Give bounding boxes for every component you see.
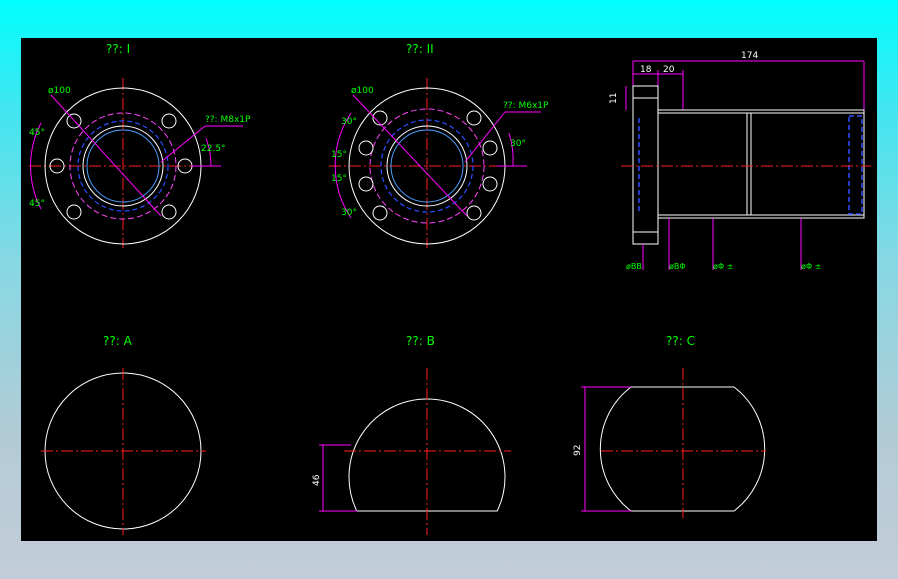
hidden-pocket — [848, 115, 863, 215]
dia-text-3: øΦ ± — [713, 262, 733, 271]
bolt-hole — [161, 113, 177, 129]
dim-flat-text: 46 — [312, 474, 322, 486]
view-c-title: ??: C — [666, 334, 695, 348]
view-1-angle-bottom: 45° — [29, 199, 45, 209]
dim-flange-text: 18 — [640, 65, 652, 75]
view-1-callout: ??: M8x1P — [205, 115, 251, 125]
side-flange — [632, 85, 659, 245]
view-2-angle-b: 15° — [331, 150, 347, 160]
section-view-c: ??: C 92 — [573, 334, 766, 518]
bolt-hole — [372, 205, 388, 221]
bolt-hole — [466, 110, 482, 126]
flange-view-1: ??: I ø100 ??: M8x1P 45° 45° 22.5° — [29, 42, 251, 248]
callout-leader — [160, 125, 206, 163]
view-2-angle-c: 15° — [331, 174, 347, 184]
view-b-title: ??: B — [406, 334, 435, 348]
bolt-hole — [66, 204, 82, 220]
bolt-hole — [482, 176, 498, 192]
dim-width-text: 92 — [573, 445, 583, 456]
side-view: 174 18 20 11 øBB øBΦ øΦ ± øΦ ± — [609, 51, 871, 271]
dim-thickness-text: 11 — [609, 93, 619, 104]
view-2-callout: ??: M6x1P — [503, 101, 549, 111]
bolt-hole — [358, 176, 374, 192]
bolt-hole — [482, 140, 498, 156]
angle-arc-right — [508, 132, 514, 167]
dia-text-1: øBB — [626, 262, 642, 271]
view-2-diameter: ø100 — [351, 86, 374, 96]
view-1-angle-right: 22.5° — [201, 144, 226, 154]
section-view-b: ??: B 46 — [312, 334, 511, 535]
section-view-a: ??: A — [41, 334, 206, 535]
dim-overall-text: 174 — [741, 51, 758, 61]
bolt-hole — [466, 205, 482, 221]
view-2-angle-right: 30° — [510, 139, 526, 149]
dia-text-4: øΦ ± — [801, 262, 821, 271]
flange-view-2: ??: II ø100 ??: M6x1P 30° 15° 15° 30° 30… — [329, 42, 549, 248]
view-2-title: ??: II — [406, 42, 434, 56]
bolt-hole — [161, 204, 177, 220]
view-1-angle-top: 45° — [29, 128, 45, 138]
side-body — [657, 109, 865, 219]
view-2-angle-a: 30° — [341, 117, 357, 127]
view-2-angle-d: 30° — [341, 208, 357, 218]
bolt-hole — [358, 140, 374, 156]
dim-step-text: 20 — [663, 65, 675, 75]
drawing-svg: ??: I ø100 ??: M8x1P 45° 45° 22.5° ??: I… — [29, 42, 871, 535]
view-1-diameter: ø100 — [48, 86, 71, 96]
view-1-title: ??: I — [106, 42, 130, 56]
view-a-title: ??: A — [103, 334, 133, 348]
cad-drawing-canvas: ??: I ø100 ??: M8x1P 45° 45° 22.5° ??: I… — [21, 38, 877, 541]
dia-text-2: øBΦ — [669, 262, 686, 271]
